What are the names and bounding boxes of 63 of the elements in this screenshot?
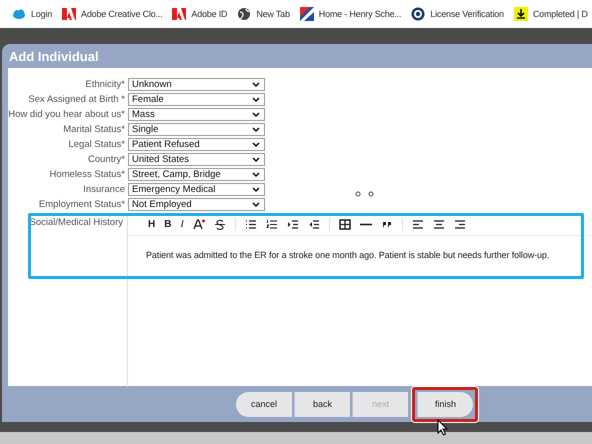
round-seal-icon <box>411 7 426 21</box>
field-label: Country* <box>87 154 125 165</box>
wizard-button[interactable]: cancel <box>236 392 292 416</box>
format-button[interactable]: B <box>164 218 172 230</box>
bookmark-link[interactable]: Adobe Creative Clo... <box>81 9 162 19</box>
chevron-down-icon <box>252 112 260 118</box>
field-label: Marital Status* <box>62 124 125 135</box>
outdent-button[interactable] <box>308 218 320 230</box>
align-right-button[interactable] <box>454 218 466 230</box>
dropdown-field[interactable]: Emergency Medical <box>128 183 265 196</box>
field-label: Sex Assigned at Birth * <box>27 94 125 105</box>
dropdown-field[interactable]: Not Employed <box>128 198 265 211</box>
mouse-pointer-icon <box>437 419 449 436</box>
field-label: Employment Status* <box>38 199 125 210</box>
globe-icon <box>237 7 252 21</box>
format-button[interactable]: H <box>148 218 156 230</box>
bullet-list-button[interactable] <box>244 218 257 230</box>
font-color-button[interactable] <box>192 218 205 230</box>
dialog-title: Add Individual <box>9 48 99 64</box>
italic-button[interactable]: I <box>180 218 184 230</box>
field-label: Legal Status* <box>67 139 125 150</box>
numbered-list-button[interactable] <box>266 218 278 230</box>
letter-a-logo-icon <box>172 7 186 21</box>
chevron-down-icon <box>252 126 260 132</box>
indent-button[interactable] <box>286 218 299 230</box>
flag-icon <box>300 7 314 21</box>
bookmark-link[interactable]: Adobe ID <box>191 9 228 19</box>
field-label: Insurance <box>82 184 125 195</box>
wizard-button[interactable]: finish <box>417 392 473 416</box>
align-center-button[interactable] <box>432 218 445 230</box>
dropdown-field[interactable]: Mass <box>128 108 265 121</box>
chevron-down-icon <box>252 142 260 148</box>
align-left-button[interactable] <box>412 218 424 230</box>
chevron-down-icon <box>252 156 260 162</box>
field-label: How did you hear about us* <box>8 109 125 120</box>
editor-text: Patient was admitted to the ER for a stroke one month ago. Patient is stable but needs further follow-up. <box>145 249 550 260</box>
wizard-button[interactable]: back <box>294 392 350 416</box>
field-label: Ethnicity* <box>84 79 125 90</box>
chevron-down-icon <box>252 186 260 192</box>
rich-text-editor[interactable]: H B I Patient was admitted to the ER for a stroke one month ago. Patient is stable but needs further follow-up. <box>127 213 592 387</box>
table-button[interactable] <box>338 218 351 230</box>
dropdown-field[interactable]: Unknown <box>128 78 265 91</box>
dropdown-field[interactable]: United States <box>128 153 265 166</box>
bookmark-link[interactable]: Home - Henry Sche... <box>318 9 402 19</box>
dropdown-field[interactable]: Street, Camp, Bridge <box>128 168 265 181</box>
letter-a-logo-icon <box>62 7 76 21</box>
chevron-down-icon <box>252 96 260 102</box>
bookmark-link[interactable]: License Verification <box>430 9 504 19</box>
strikethrough-button[interactable] <box>214 218 226 230</box>
download-icon <box>514 7 528 21</box>
dropdown-field[interactable]: Single <box>128 123 265 136</box>
chevron-down-icon <box>252 82 260 88</box>
chevron-down-icon <box>252 172 260 178</box>
dropdown-field[interactable]: Female <box>128 93 265 106</box>
bookmark-link[interactable]: Completed | D <box>532 9 588 19</box>
cloud-icon <box>12 7 26 21</box>
field-label: Social/Medical History <box>28 216 123 230</box>
field-label: Homeless Status* <box>48 169 125 180</box>
bookmark-link[interactable]: Login <box>31 9 52 19</box>
chevron-down-icon <box>252 202 260 208</box>
loading-dots-icon <box>355 191 375 197</box>
dropdown-field[interactable]: Patient Refused <box>128 138 265 151</box>
bookmark-link[interactable]: New Tab <box>256 9 290 19</box>
